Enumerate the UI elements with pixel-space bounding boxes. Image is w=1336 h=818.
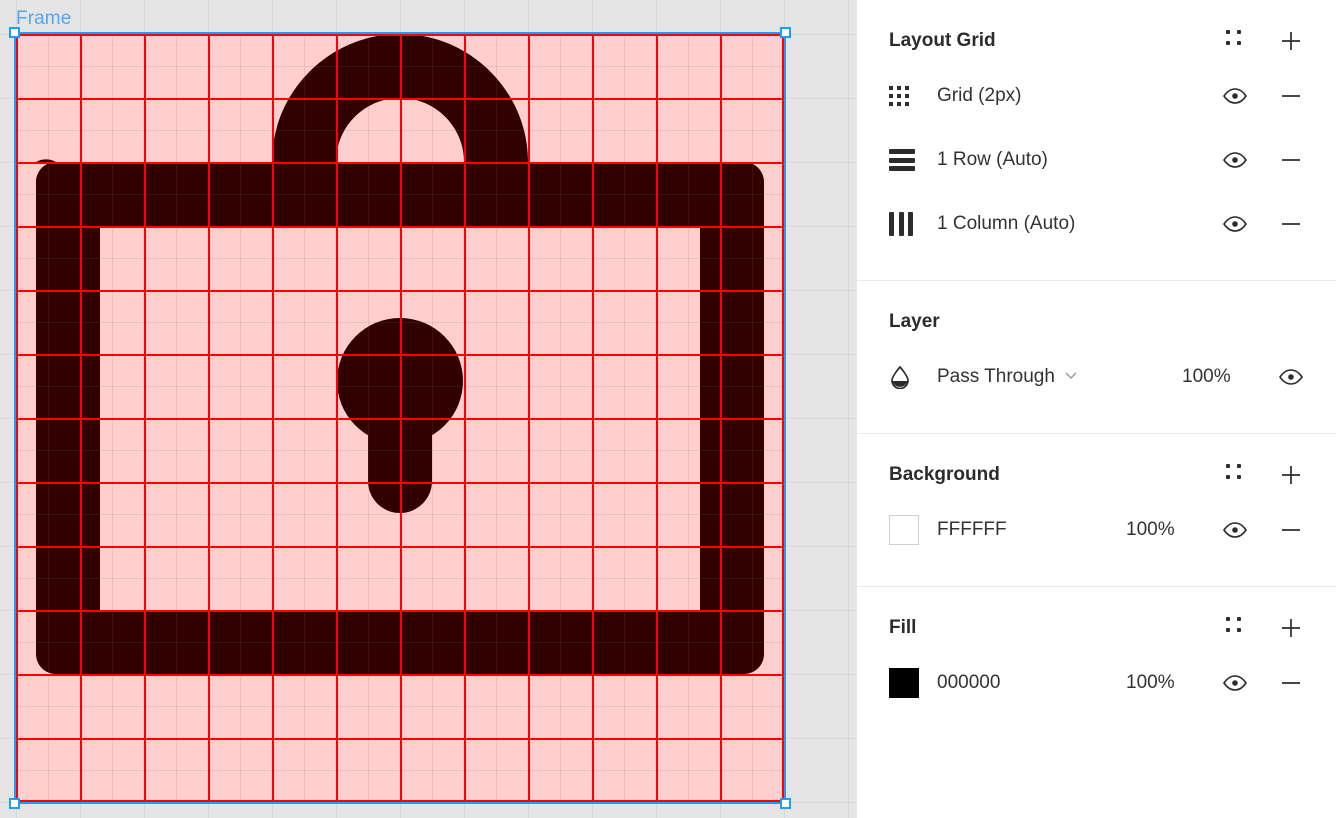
minus-icon[interactable] <box>1278 83 1304 109</box>
background-opacity-value[interactable]: 100% <box>1126 519 1222 541</box>
layout-grid-item-label: 1 Row (Auto) <box>937 149 1048 170</box>
grid-dots-icon <box>889 86 937 106</box>
fill-hex-value[interactable]: 000000 <box>937 672 1126 694</box>
background-color-swatch[interactable] <box>889 515 937 545</box>
eye-icon[interactable] <box>1222 83 1248 109</box>
lock-icon[interactable] <box>16 34 784 802</box>
layer-blend-row[interactable]: Pass Through 100% <box>889 345 1304 409</box>
minus-icon[interactable] <box>1278 517 1304 543</box>
section-layer: Layer Pass Through 100% <box>857 280 1336 433</box>
background-header: Background <box>889 434 1304 498</box>
rearrange-icon[interactable] <box>1222 28 1248 54</box>
eye-icon[interactable] <box>1278 364 1304 390</box>
section-fill: Fill 000000 100% <box>857 586 1336 715</box>
minus-icon[interactable] <box>1278 147 1304 173</box>
frame-label[interactable]: Frame <box>16 8 71 30</box>
columns-icon <box>889 212 937 236</box>
layer-header: Layer <box>889 281 1304 345</box>
add-icon[interactable] <box>1278 615 1304 641</box>
minus-icon[interactable] <box>1278 670 1304 696</box>
eye-icon[interactable] <box>1222 211 1248 237</box>
add-icon[interactable] <box>1278 28 1304 54</box>
background-hex-value[interactable]: FFFFFF <box>937 519 1126 541</box>
layout-grid-item-row[interactable]: 1 Row (Auto) <box>889 128 1304 192</box>
frame[interactable]: Frame <box>16 8 784 802</box>
rearrange-icon[interactable] <box>1222 615 1248 641</box>
layout-grid-item-label: 1 Column (Auto) <box>937 213 1076 234</box>
layer-opacity-value[interactable]: 100% <box>1182 366 1278 388</box>
section-layout-grid: Layout Grid Grid (2px) 1 Row (Auto) 1 Co… <box>857 0 1336 280</box>
add-icon[interactable] <box>1278 462 1304 488</box>
fill-title: Fill <box>889 617 917 638</box>
blend-mode-value[interactable]: Pass Through <box>937 366 1055 388</box>
layout-grid-item-column[interactable]: 1 Column (Auto) <box>889 192 1304 256</box>
fill-opacity-value[interactable]: 100% <box>1126 672 1222 694</box>
minus-icon[interactable] <box>1278 211 1304 237</box>
figma-like-editor: Frame Layout Grid Grid (2px) 1 Row (Auto… <box>0 0 1336 818</box>
layout-grid-header: Layout Grid <box>889 0 1304 64</box>
properties-panel: Layout Grid Grid (2px) 1 Row (Auto) 1 Co… <box>856 0 1336 818</box>
eye-icon[interactable] <box>1222 147 1248 173</box>
fill-color-swatch[interactable] <box>889 668 937 698</box>
fill-header: Fill <box>889 587 1304 651</box>
rearrange-icon[interactable] <box>1222 462 1248 488</box>
background-title: Background <box>889 464 1000 485</box>
layout-grid-item-label: Grid (2px) <box>937 85 1022 106</box>
layer-title: Layer <box>889 311 940 332</box>
fill-paint-row[interactable]: 000000 100% <box>889 651 1304 715</box>
design-canvas[interactable]: Frame <box>0 0 856 818</box>
chevron-down-icon[interactable] <box>1063 367 1079 388</box>
background-paint-row[interactable]: FFFFFF 100% <box>889 498 1304 562</box>
layout-grid-title: Layout Grid <box>889 30 996 51</box>
eye-icon[interactable] <box>1222 517 1248 543</box>
rows-icon <box>889 149 937 171</box>
eye-icon[interactable] <box>1222 670 1248 696</box>
layout-grid-item-grid[interactable]: Grid (2px) <box>889 64 1304 128</box>
section-background: Background FFFFFF 100% <box>857 433 1336 586</box>
blend-mode-icon <box>889 365 937 389</box>
